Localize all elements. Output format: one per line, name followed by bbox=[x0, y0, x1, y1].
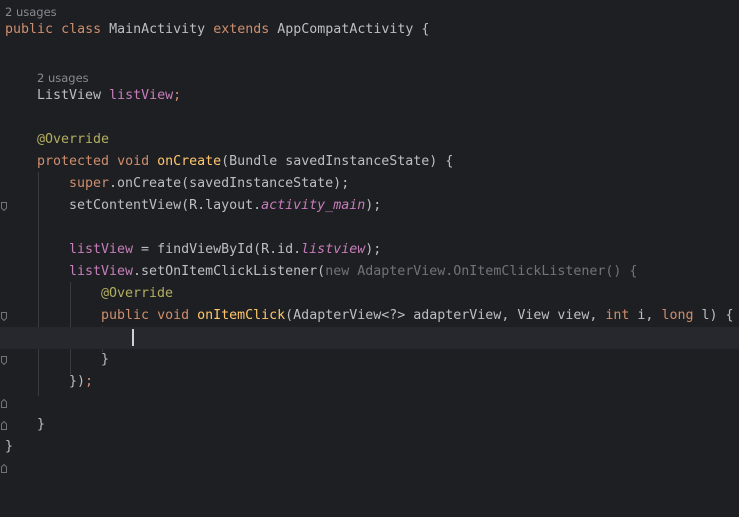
statement: listView.setOnItemClickListener(new Adap… bbox=[69, 261, 637, 283]
keyword: extends bbox=[213, 22, 270, 37]
call-end: ); bbox=[365, 242, 382, 257]
code-line: listView = findViewById(R.id.listview); bbox=[0, 239, 739, 261]
keyword: public bbox=[101, 308, 150, 323]
call-end: ); bbox=[365, 198, 382, 213]
annotation: @Override bbox=[37, 132, 110, 147]
keyword: public bbox=[5, 22, 54, 37]
current-line[interactable] bbox=[0, 327, 739, 349]
call: = findViewById(R.id. bbox=[133, 242, 302, 257]
field-declaration: ListView listView; bbox=[37, 85, 181, 107]
keyword: void bbox=[117, 154, 150, 169]
keyword: long bbox=[661, 308, 694, 323]
statement: setContentView(R.layout.activity_main); bbox=[69, 195, 381, 217]
fold-end-icon[interactable] bbox=[1, 355, 7, 408]
method-name: onCreate bbox=[157, 154, 222, 169]
code-line: protected void onCreate(Bundle savedInst… bbox=[0, 151, 739, 211]
fold-icon[interactable] bbox=[1, 268, 7, 321]
resource-ref: listview bbox=[301, 242, 366, 257]
fold-icon[interactable] bbox=[1, 158, 7, 211]
keyword: class bbox=[61, 22, 102, 37]
keyword: new bbox=[325, 264, 350, 279]
keyword: super bbox=[69, 176, 110, 191]
resource-ref: activity_main bbox=[261, 198, 366, 213]
semicolon: ; bbox=[173, 88, 182, 103]
keyword: void bbox=[157, 308, 190, 323]
fold-icon[interactable] bbox=[1, 312, 7, 365]
class-name: MainActivity bbox=[109, 22, 206, 37]
text-caret bbox=[132, 329, 134, 346]
code-line: @Override bbox=[0, 129, 739, 151]
params: (AdapterView<?> adapterView, View view, bbox=[285, 308, 606, 323]
call: setContentView(R.layout. bbox=[69, 198, 262, 213]
method-declaration: public void onItemClick(AdapterView<?> a… bbox=[101, 305, 734, 327]
code-line: } bbox=[0, 414, 739, 473]
keyword: protected bbox=[37, 154, 110, 169]
closing-brace: } bbox=[101, 352, 110, 367]
params: (Bundle savedInstanceState) { bbox=[221, 154, 454, 169]
code-line: setContentView(R.layout.activity_main); bbox=[0, 195, 739, 217]
code-editor[interactable]: 2 usages public class MainActivity exten… bbox=[0, 0, 739, 473]
params: i, bbox=[629, 308, 662, 323]
call: .setOnItemClickListener( bbox=[133, 264, 326, 279]
code-line: super.onCreate(savedInstanceState); bbox=[0, 173, 739, 195]
anon-class: AdapterView.OnItemClickListener() { bbox=[349, 264, 638, 279]
type-name: ListView bbox=[37, 88, 102, 103]
closing-statement: }); bbox=[69, 371, 93, 393]
code-line: } bbox=[0, 349, 739, 408]
code-line: 2 usages bbox=[0, 0, 739, 19]
class-declaration: public class MainActivity extends AppCom… bbox=[5, 19, 429, 41]
annotation: @Override bbox=[101, 286, 174, 301]
field-name: listView bbox=[109, 88, 174, 103]
closing-brace: } bbox=[37, 417, 46, 432]
statement: listView = findViewById(R.id.listview); bbox=[69, 239, 381, 261]
code-line: }); bbox=[0, 371, 739, 430]
keyword: int bbox=[605, 308, 630, 323]
code-line: ListView listView; bbox=[0, 85, 739, 107]
fold-end-icon[interactable] bbox=[1, 420, 7, 473]
parent-class: AppCompatActivity bbox=[277, 22, 414, 37]
field-ref: listView bbox=[69, 264, 134, 279]
call: .onCreate(savedInstanceState); bbox=[109, 176, 350, 191]
semicolon: ; bbox=[85, 374, 94, 389]
code-line: } bbox=[0, 436, 739, 454]
code-line: public void onItemClick(AdapterView<?> a… bbox=[0, 305, 739, 365]
brace: { bbox=[413, 22, 430, 37]
code-line: public class MainActivity extends AppCom… bbox=[0, 19, 739, 41]
code-line: @Override bbox=[0, 283, 739, 305]
statement: super.onCreate(savedInstanceState); bbox=[69, 173, 349, 195]
code-line: 2 usages bbox=[0, 66, 739, 85]
fold-end-icon[interactable] bbox=[1, 377, 7, 430]
closing-brace: }) bbox=[69, 374, 86, 389]
method-name: onItemClick bbox=[197, 308, 286, 323]
method-declaration: protected void onCreate(Bundle savedInst… bbox=[37, 151, 453, 173]
code-line: listView.setOnItemClickListener(new Adap… bbox=[0, 261, 739, 321]
closing-brace: } bbox=[5, 439, 14, 454]
params: l) { bbox=[693, 308, 734, 323]
field-ref: listView bbox=[69, 242, 134, 257]
